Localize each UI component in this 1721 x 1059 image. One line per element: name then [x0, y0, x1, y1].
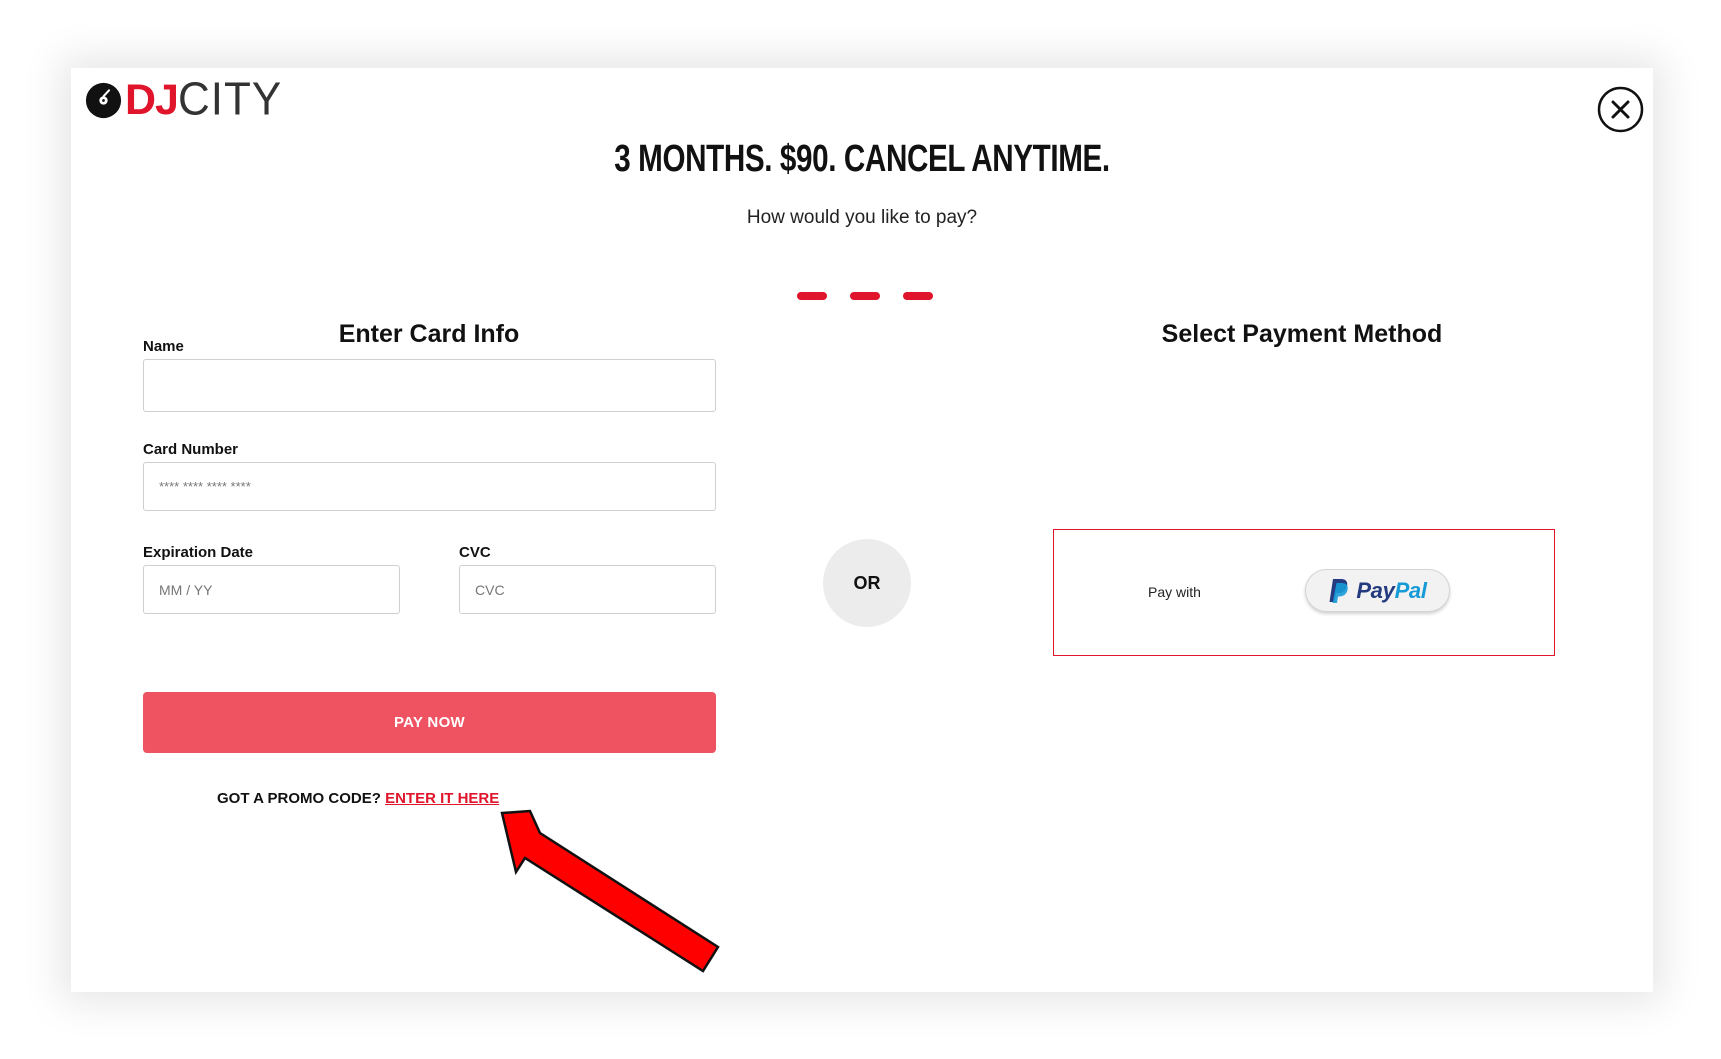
name-input[interactable]: [143, 359, 716, 412]
name-label: Name: [143, 338, 184, 355]
step-dash: [903, 292, 933, 300]
page-title: 3 MONTHS. $90. CANCEL ANYTIME.: [614, 138, 1110, 180]
enter-promo-link[interactable]: ENTER IT HERE: [385, 790, 499, 807]
card-number-input[interactable]: **** **** **** ****: [143, 462, 716, 511]
card-info-heading: Enter Card Info: [338, 320, 520, 348]
paypal-option[interactable]: Pay with PayPal: [1053, 529, 1555, 656]
payment-modal: DJ CITY 3 MONTHS. $90. CANCEL ANYTIME. H…: [71, 68, 1653, 992]
close-icon: [1597, 86, 1644, 133]
step-dash: [850, 292, 880, 300]
paypal-p-icon: [1329, 578, 1349, 603]
logo-dj-text: DJ: [125, 76, 179, 124]
paypal-button[interactable]: PayPal: [1305, 569, 1450, 612]
card-number-label: Card Number: [143, 441, 239, 458]
cvc-input[interactable]: CVC: [459, 565, 716, 614]
close-button[interactable]: [1597, 86, 1644, 133]
vinyl-disc-icon: [85, 82, 122, 118]
step-indicator: [797, 292, 933, 300]
paypal-pay-text: Pay: [1356, 577, 1395, 603]
or-divider: OR: [823, 539, 911, 627]
logo-city-text: CITY: [177, 73, 283, 126]
red-arrow-icon: [500, 809, 720, 973]
paypal-wordmark: PayPal: [1356, 577, 1427, 604]
pay-now-button[interactable]: PAY NOW: [143, 692, 716, 753]
step-dash: [797, 292, 827, 300]
page-subtitle: How would you like to pay?: [746, 207, 978, 228]
djcity-logo[interactable]: DJ CITY: [85, 73, 283, 126]
promo-code-text: GOT A PROMO CODE?: [217, 790, 381, 807]
promo-code-row: GOT A PROMO CODE? ENTER IT HERE: [217, 790, 499, 807]
paypal-pal-text: Pal: [1394, 577, 1427, 603]
expiration-input[interactable]: MM / YY: [143, 565, 400, 614]
expiration-label: Expiration Date: [143, 544, 254, 561]
cvc-label: CVC: [459, 544, 491, 561]
pay-with-label: Pay with: [1148, 584, 1201, 600]
payment-method-heading: Select Payment Method: [1161, 320, 1443, 348]
